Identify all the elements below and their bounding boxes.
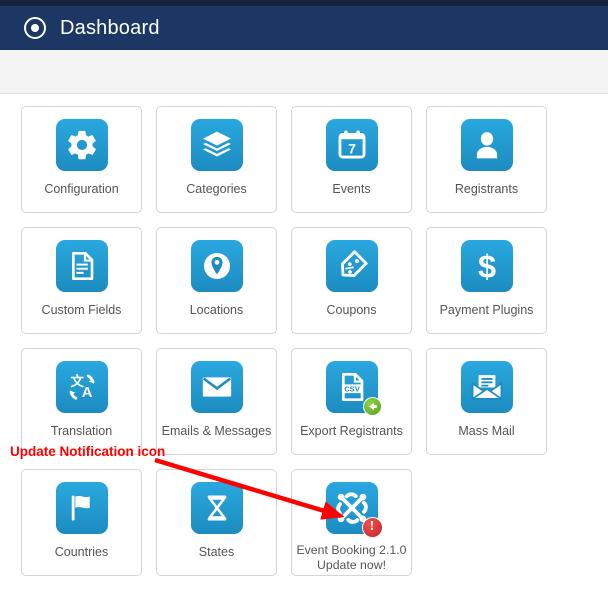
tile-countries[interactable]: Countries [21,469,142,576]
tile-label: Payment Plugins [439,303,534,317]
annotation-label: Update Notification icon [10,444,166,459]
tile-label: States [198,545,235,559]
tile-label: Coupons [326,303,377,317]
calendar-icon: 7 [325,119,378,171]
tile-icon-wrap: CSV [325,361,382,416]
tile-icon-wrap [460,119,513,171]
open-envelope-icon [460,361,513,413]
dashboard-tile-grid: Configuration Categories 7 Events Regist… [21,106,551,576]
tile-label: Registrants [454,182,519,196]
tile-custom-fields[interactable]: Custom Fields [21,227,142,334]
tile-icon-wrap [55,119,108,171]
svg-text:CSV: CSV [344,385,361,394]
map-pin-icon [190,240,243,292]
tile-icon-wrap: ! [325,482,383,538]
tile-coupons[interactable]: Coupons [291,227,412,334]
tile-label: Export Registrants [300,424,403,438]
tile-events[interactable]: 7 Events [291,106,412,213]
tile-states[interactable]: States [156,469,277,576]
dashboard-page: Dashboard Configuration Categories 7 Eve… [0,0,608,592]
tile-label: Countries [54,545,109,559]
tile-payment-plugins[interactable]: $ Payment Plugins [426,227,547,334]
envelope-icon [190,361,243,413]
toolbar-band [0,50,608,94]
document-lines-icon [55,240,108,292]
target-circle-icon [24,17,46,39]
tile-label: Locations [189,303,244,317]
hourglass-icon [190,482,243,534]
svg-text:A: A [81,385,92,401]
tile-icon-wrap [190,119,243,171]
tile-label: Events [332,182,371,196]
tile-export-registrants[interactable]: CSV Export Registrants [291,348,412,455]
tile-icon-wrap: 文 A [55,361,108,413]
svg-text:$: $ [477,249,495,283]
tile-icon-wrap [190,482,243,534]
tile-icon-wrap [460,361,513,413]
page-title: Dashboard [60,16,160,39]
tile-emails-messages[interactable]: Emails & Messages [156,348,277,455]
tile-event-booking-update[interactable]: ! Event Booking 2.1.0 Update now! [291,469,412,576]
user-person-icon [460,119,513,171]
tile-icon-wrap: 7 [325,119,378,171]
price-tag-percent-icon [325,240,378,292]
tile-locations[interactable]: Locations [156,227,277,334]
translate-icon: 文 A [55,361,108,413]
dollar-sign-icon: $ [460,240,513,292]
flag-icon [55,482,108,534]
gear-icon [55,119,108,171]
layers-stack-icon [190,119,243,171]
tile-label: Configuration [44,182,119,196]
tile-icon-wrap [325,240,378,292]
tile-label: Categories [186,182,247,196]
tile-icon-wrap [55,482,108,534]
tile-icon-wrap [55,240,108,292]
tile-label: Event Booking 2.1.0 Update now! [296,543,407,572]
tile-icon-wrap [190,361,243,413]
tile-translation[interactable]: 文 A Translation [21,348,142,455]
tile-label: Mass Mail [458,424,515,438]
page-header: Dashboard [0,6,608,50]
tile-configuration[interactable]: Configuration [21,106,142,213]
tile-mass-mail[interactable]: Mass Mail [426,348,547,455]
calendar-day-number: 7 [348,142,356,158]
tile-label: Custom Fields [41,303,122,317]
tile-label: Translation [50,424,113,438]
alert-exclamation-badge: ! [361,517,383,538]
tile-icon-wrap [190,240,243,292]
tile-categories[interactable]: Categories [156,106,277,213]
tile-icon-wrap: $ [460,240,513,292]
tile-registrants[interactable]: Registrants [426,106,547,213]
download-arrow-badge [362,397,382,416]
tile-label: Emails & Messages [161,424,272,438]
